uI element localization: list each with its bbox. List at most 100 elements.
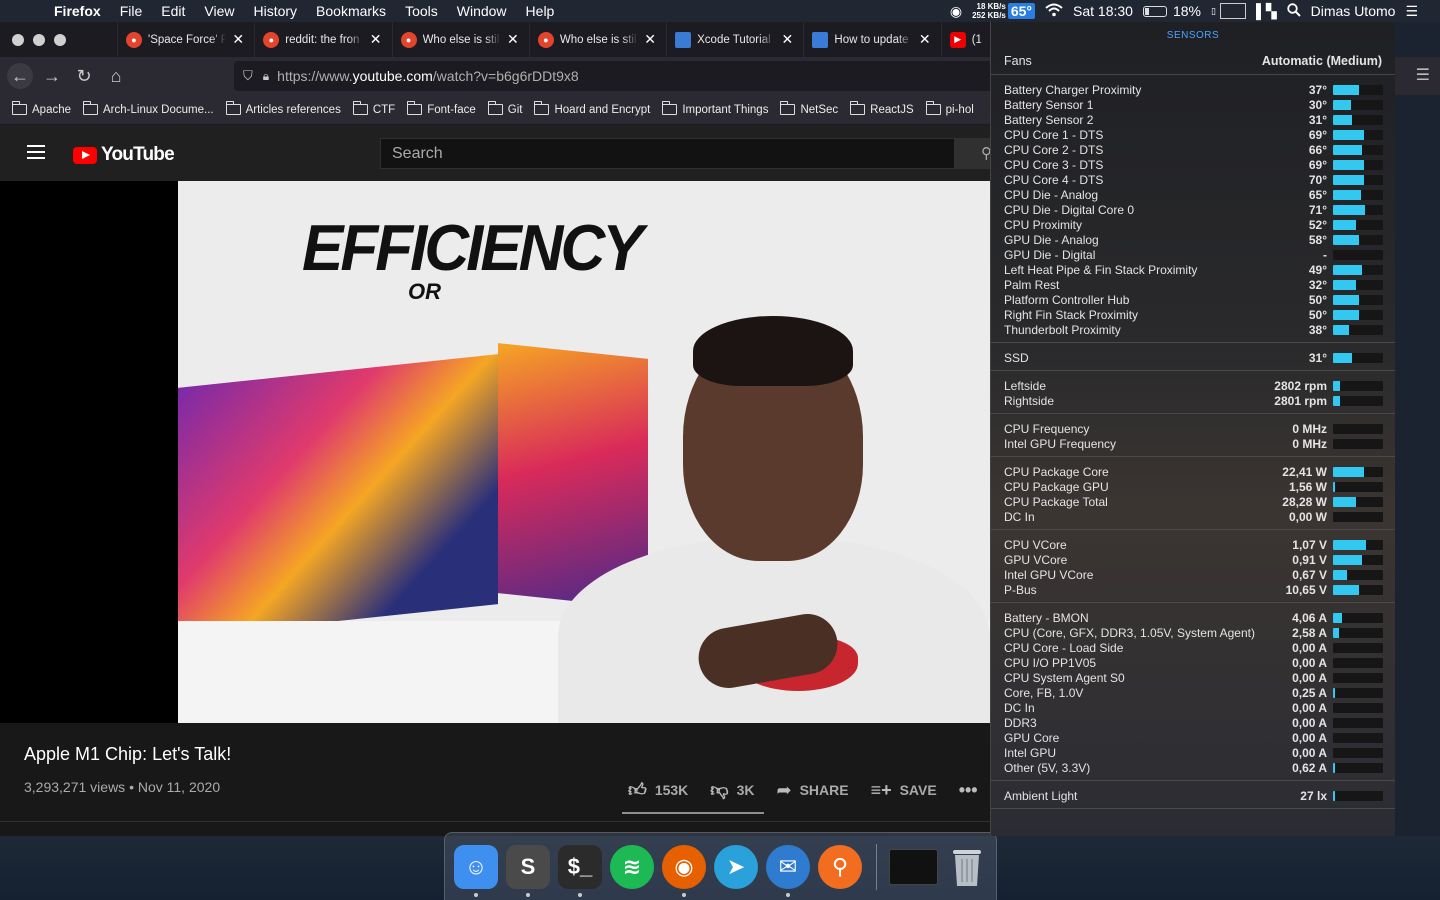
spotlight-search-icon[interactable] bbox=[1286, 2, 1301, 20]
menu-view[interactable]: View bbox=[204, 3, 234, 19]
bookmark-folder[interactable]: Important Things bbox=[662, 101, 768, 116]
browser-tab[interactable]: How to update ✕ bbox=[803, 22, 940, 57]
menu-file[interactable]: File bbox=[120, 3, 143, 19]
sensor-row[interactable]: CPU Core - Load Side 0,00 A bbox=[991, 640, 1395, 655]
trash-icon[interactable] bbox=[946, 845, 988, 889]
sensor-row[interactable]: CPU Core 3 - DTS 69° bbox=[991, 157, 1395, 172]
search-icon[interactable]: ⚲ bbox=[955, 138, 992, 169]
app-menu-icon[interactable]: ☰ bbox=[1416, 65, 1430, 85]
sensor-row[interactable]: Battery Sensor 2 31° bbox=[991, 112, 1395, 127]
close-tab-icon[interactable]: ✕ bbox=[779, 31, 795, 48]
vpn-app-icon[interactable]: ⚲ bbox=[818, 844, 862, 889]
browser-tab[interactable]: ● 'Space Force' P ✕ bbox=[117, 22, 254, 57]
minimize-window-button[interactable] bbox=[33, 33, 45, 46]
minimized-terminal-window[interactable] bbox=[888, 848, 939, 885]
user-name[interactable]: Dimas Utomo bbox=[1311, 3, 1396, 19]
sensor-row[interactable]: Leftside 2802 rpm bbox=[991, 378, 1395, 393]
sensor-row[interactable]: CPU Frequency 0 MHz bbox=[991, 421, 1395, 436]
sensor-row[interactable]: CPU I/O PP1V05 0,00 A bbox=[991, 655, 1395, 670]
close-tab-icon[interactable]: ✕ bbox=[917, 31, 933, 48]
sensor-row[interactable]: GPU VCore 0,91 V bbox=[991, 552, 1395, 567]
sensor-row[interactable]: CPU Package GPU 1,56 W bbox=[991, 479, 1395, 494]
menu-bookmarks[interactable]: Bookmarks bbox=[316, 3, 386, 19]
sensor-row[interactable]: Battery Charger Proximity 37° bbox=[991, 82, 1395, 97]
memory-icon[interactable]: ▯ bbox=[1211, 6, 1216, 17]
sensor-row[interactable]: DC In 0,00 W bbox=[991, 509, 1395, 524]
terminal-icon[interactable]: $_ bbox=[558, 844, 602, 897]
home-icon[interactable]: ⌂ bbox=[103, 63, 129, 89]
sensor-row[interactable]: Battery Sensor 1 30° bbox=[991, 97, 1395, 112]
lock-icon[interactable]: 🔒︎ bbox=[263, 69, 269, 84]
close-tab-icon[interactable]: ✕ bbox=[230, 31, 246, 48]
menu-tools[interactable]: Tools bbox=[405, 3, 438, 19]
sensor-row[interactable]: Platform Controller Hub 50° bbox=[991, 292, 1395, 307]
bookmark-folder[interactable]: Hoard and Encrypt bbox=[534, 101, 650, 116]
window-layout-icon[interactable]: ▌▚ bbox=[1256, 3, 1277, 20]
sensor-row[interactable]: Intel GPU 0,00 A bbox=[991, 745, 1395, 760]
url-bar[interactable]: ⛉ 🔒︎ https://www. youtube.com/watch?v=b6g… bbox=[234, 61, 994, 91]
zoom-window-button[interactable] bbox=[54, 33, 66, 46]
sensor-row[interactable]: GPU Core 0,00 A bbox=[991, 730, 1395, 745]
sensor-row[interactable]: CPU Core 1 - DTS 69° bbox=[991, 127, 1395, 142]
notification-center-icon[interactable]: ☰ bbox=[1405, 3, 1418, 20]
mail-app-icon[interactable]: ✉ bbox=[766, 844, 810, 897]
display-icon[interactable] bbox=[1219, 3, 1246, 19]
sensor-row[interactable]: Left Heat Pipe & Fin Stack Proximity 49° bbox=[991, 262, 1395, 277]
sensor-row[interactable]: CPU Die - Digital Core 0 71° bbox=[991, 202, 1395, 217]
like-button[interactable]: 👍︎ 153K bbox=[628, 779, 688, 801]
bookmark-folder[interactable]: CTF bbox=[352, 101, 395, 116]
battery-icon[interactable] bbox=[1142, 5, 1167, 17]
sensor-row[interactable]: CPU Package Core 22,41 W bbox=[991, 464, 1395, 479]
clock[interactable]: Sat 18:30 bbox=[1073, 3, 1133, 19]
more-actions-icon[interactable]: ••• bbox=[959, 780, 986, 801]
sensor-row[interactable]: Other (5V, 3.3V) 0,62 A bbox=[991, 760, 1395, 775]
sensor-row[interactable]: CPU Package Total 28,28 W bbox=[991, 494, 1395, 509]
bookmark-folder[interactable]: Git bbox=[487, 101, 522, 116]
bookmark-folder[interactable]: Apache bbox=[12, 101, 71, 116]
menu-edit[interactable]: Edit bbox=[161, 3, 185, 19]
dislike-button[interactable]: 👎︎ 3K bbox=[710, 779, 754, 801]
close-tab-icon[interactable]: ✕ bbox=[368, 31, 384, 48]
bookmark-folder[interactable]: Arch-Linux Docume... bbox=[83, 101, 214, 116]
browser-tab-active[interactable]: ▶ (1 bbox=[940, 22, 990, 57]
network-speed[interactable]: 18 KB/s 252 KB/s bbox=[972, 2, 1006, 20]
wifi-icon[interactable] bbox=[1045, 3, 1063, 20]
sublime-text-icon[interactable]: S bbox=[506, 844, 550, 897]
telegram-icon[interactable]: ➤ bbox=[714, 844, 758, 889]
temperature-badge[interactable]: 65° bbox=[1007, 3, 1036, 19]
sensor-row[interactable]: Ambient Light 27 lx bbox=[991, 788, 1395, 803]
sensor-row[interactable]: P-Bus 10,65 V bbox=[991, 582, 1395, 597]
menu-window[interactable]: Window bbox=[457, 3, 507, 19]
sensor-row[interactable]: Battery - BMON 4,06 A bbox=[991, 610, 1395, 625]
browser-tab[interactable]: ● Who else is stil ✕ bbox=[528, 22, 666, 57]
sensor-row[interactable]: CPU System Agent S0 0,00 A bbox=[991, 670, 1395, 685]
sensor-row[interactable]: CPU Die - Analog 65° bbox=[991, 187, 1395, 202]
sensor-row[interactable]: Palm Rest 32° bbox=[991, 277, 1395, 292]
sensor-row[interactable]: Right Fin Stack Proximity 50° bbox=[991, 307, 1395, 322]
sensor-row[interactable]: CPU VCore 1,07 V bbox=[991, 537, 1395, 552]
forward-arrow-icon[interactable]: → bbox=[39, 63, 65, 89]
close-window-button[interactable] bbox=[12, 33, 24, 46]
sensor-row[interactable]: Rightside 2801 rpm bbox=[991, 393, 1395, 408]
bookmark-folder[interactable]: pi-hol bbox=[925, 101, 974, 116]
save-button[interactable]: ≡+ SAVE bbox=[871, 780, 937, 801]
sensor-row[interactable]: GPU Die - Analog 58° bbox=[991, 232, 1395, 247]
sensor-row[interactable]: SSD 31° bbox=[991, 350, 1395, 365]
status-circle-icon[interactable]: ◉ bbox=[950, 3, 962, 20]
firefox-icon[interactable]: ◉ bbox=[662, 844, 706, 897]
sensor-row[interactable]: CPU Proximity 52° bbox=[991, 217, 1395, 232]
bookmark-folder[interactable]: Articles references bbox=[225, 101, 341, 116]
browser-tab[interactable]: ● reddit: the fron ✕ bbox=[254, 22, 391, 57]
sensor-row[interactable]: CPU Core 2 - DTS 66° bbox=[991, 142, 1395, 157]
browser-tab[interactable]: Xcode Tutorial ✕ bbox=[666, 22, 803, 57]
menu-history[interactable]: History bbox=[253, 3, 297, 19]
back-arrow-icon[interactable]: ← bbox=[7, 63, 33, 89]
sensor-row[interactable]: GPU Die - Digital - bbox=[991, 247, 1395, 262]
sensor-row[interactable]: Intel GPU Frequency 0 MHz bbox=[991, 436, 1395, 451]
close-tab-icon[interactable]: ✕ bbox=[642, 31, 658, 48]
sensor-row[interactable]: DC In 0,00 A bbox=[991, 700, 1395, 715]
reload-icon[interactable]: ↻ bbox=[71, 63, 97, 89]
sensor-row[interactable]: Intel GPU VCore 0,67 V bbox=[991, 567, 1395, 582]
app-menu[interactable]: Firefox bbox=[54, 3, 101, 19]
search-input[interactable]: Search bbox=[380, 138, 955, 169]
